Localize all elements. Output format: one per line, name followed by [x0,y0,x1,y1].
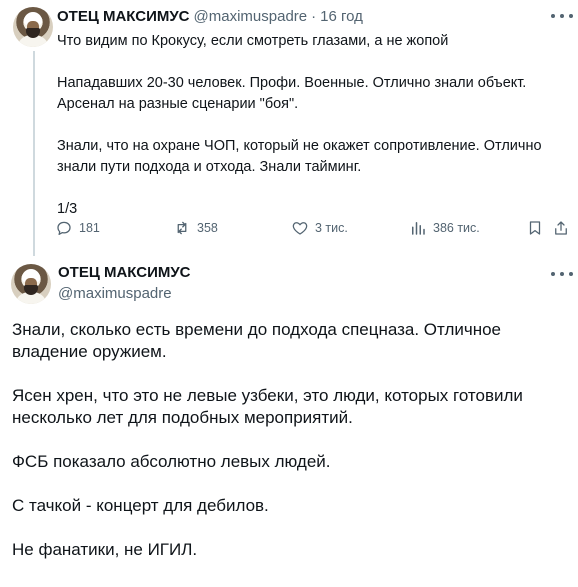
share-icon [555,221,567,235]
views-chart-icon [412,222,425,235]
tweet-header: ОТЕЦ МАКСИМУС [58,264,191,282]
bookmark-icon [529,221,541,235]
text-line: 1/3 [57,201,78,217]
author-name[interactable]: ОТЕЦ МАКСИМУС [57,8,190,25]
like-button[interactable]: 3 тис. [291,219,348,237]
avatar[interactable] [11,264,51,304]
text-line: Что видим по Крокусу, если смотреть глаз… [57,33,449,49]
text-line: Нападавших 20-30 человек. Профи. Военные… [57,75,527,91]
text-paragraph: ФСБ показало абсолютно левых людей. [12,452,331,471]
reply-icon [57,221,71,236]
tweet-header: ОТЕЦ МАКСИМУС @maximuspadre · 16 год [57,8,363,25]
bookmark-button[interactable] [526,219,550,237]
heart-icon [292,222,308,235]
text-line: знали пути подхода и отхода. Знали тайми… [57,159,362,175]
tweet-text: Что видим по Крокусу, если смотреть глаз… [57,31,557,220]
author-name[interactable]: ОТЕЦ МАКСИМУС [58,264,191,281]
share-button[interactable] [552,219,576,237]
timestamp[interactable]: 16 год [320,8,363,25]
text-paragraph: Знали, сколько есть времени до подхода с… [12,320,502,361]
repost-icon [177,221,187,235]
tweet-actions: 181 358 3 тис. 386 тис. [55,219,567,241]
text-line: Знали, что на охране ЧОП, который не ока… [57,138,542,154]
text-paragraph: Не фанатики, не ИГИЛ. [12,540,198,559]
repost-count: 358 [197,221,218,235]
avatar[interactable] [13,7,53,47]
text-paragraph: Ясен хрен, что это не левые узбеки, это … [12,386,523,427]
more-dots-icon[interactable] [551,14,573,20]
separator-dot: · [311,8,317,25]
views-count: 386 тис. [433,221,480,235]
tweet-text: Знали, сколько есть времени до подхода с… [12,319,572,583]
reply-button[interactable]: 181 [55,219,100,237]
text-line: Арсенал на разные сценарии "боя". [57,96,299,112]
text-paragraph: С тачкой - концерт для дебилов. [12,496,269,515]
author-handle[interactable]: @maximuspadre [194,8,308,25]
author-handle[interactable]: @maximuspadre [58,285,172,302]
views-button[interactable]: 386 тис. [409,219,480,237]
more-dots-icon[interactable] [551,272,573,278]
like-count: 3 тис. [315,221,348,235]
thread-line [33,51,35,256]
repost-button[interactable]: 358 [173,219,218,237]
reply-count: 181 [79,221,100,235]
